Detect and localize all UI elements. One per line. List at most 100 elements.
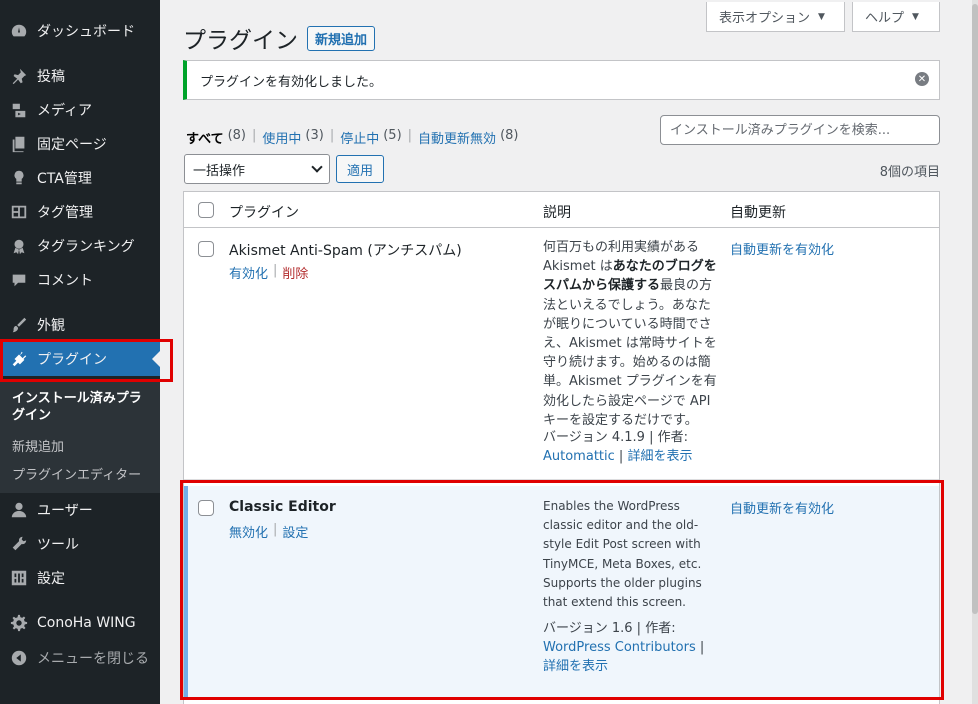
menu-item-conoha[interactable]: ConoHa WING (0, 606, 160, 640)
filter-auto-update-disabled[interactable]: 自動更新無効 (418, 128, 496, 147)
submenu-installed-plugins[interactable]: インストール済みプラグイン (12, 390, 152, 424)
menu-label: ユーザー (37, 503, 93, 519)
add-new-plugin-button[interactable]: 新規追加 (307, 26, 376, 51)
filter-label: 停止中 (340, 132, 380, 147)
caret-down-icon: ▼ (912, 11, 919, 22)
bulk-action-select[interactable]: 一括操作 (184, 154, 330, 184)
brush-icon (9, 315, 29, 335)
menu-item-collapse[interactable]: メニューを閉じる (0, 641, 160, 675)
menu-label: プラグイン (37, 352, 107, 368)
plugin-search-input[interactable] (660, 115, 940, 145)
menu-label: 外観 (37, 318, 65, 334)
filter-count: (8) (500, 128, 519, 143)
admin-sidebar: ダッシュボード 投稿 メディア 固定ページ CTA管理 タグ管理 タグランキング… (0, 0, 160, 704)
menu-label: 設定 (37, 571, 65, 587)
details-link[interactable]: 詳細を表示 (627, 449, 692, 464)
page-title: プラグイン (183, 28, 298, 54)
filter-active[interactable]: 使用中 (262, 128, 301, 147)
main-content: 表示オプション ▼ ヘルプ ▼ プラグイン 新規追加 プラグインを有効化しました… (160, 0, 978, 704)
plugin-description: Enables the WordPress classic editor and… (543, 499, 702, 610)
media-icon (9, 100, 29, 120)
filter-inactive[interactable]: 停止中 (340, 128, 379, 147)
enable-auto-update-link[interactable]: 自動更新を有効化 (730, 239, 834, 258)
menu-item-tag-ranking[interactable]: タグランキング (0, 229, 160, 263)
menu-item-cta[interactable]: CTA管理 (0, 161, 160, 195)
menu-item-settings[interactable]: 設定 (0, 561, 160, 595)
menu-item-users[interactable]: ユーザー (0, 493, 160, 527)
menu-item-comments[interactable]: コメント (0, 263, 160, 297)
version-text: バージョン 1.6 | 作者: (543, 621, 676, 636)
settings-icon (9, 568, 29, 588)
action-separator: | (273, 522, 278, 537)
action-separator: | (273, 263, 278, 278)
author-link[interactable]: WordPress Contributors (543, 640, 696, 655)
plugin-name: Classic Editor (229, 499, 336, 515)
collapse-icon (9, 648, 29, 668)
plugin-icon (9, 349, 29, 369)
submenu-add-new[interactable]: 新規追加 (12, 436, 64, 455)
item-count: 8個の項目 (879, 165, 940, 180)
deactivate-link[interactable]: 無効化 (229, 522, 268, 541)
description-text: 最良の方法といえるでしょう。あなたが眠りについている時間でさえ、Akismet … (543, 278, 717, 428)
success-notice: プラグインを有効化しました。 ✕ (183, 60, 940, 100)
bulk-action-value: 一括操作 (193, 163, 246, 179)
scrollbar-thumb[interactable] (972, 4, 978, 614)
plugins-table: プラグイン 説明 自動更新 Akismet Anti-Spam (アンチスパム)… (183, 191, 940, 704)
menu-item-dashboard[interactable]: ダッシュボード (0, 14, 160, 48)
menu-label: タグランキング (37, 239, 135, 255)
user-icon (9, 500, 29, 520)
version-text: バージョン 4.1.9 | 作者: (543, 430, 688, 445)
screen-options-button[interactable]: 表示オプション ▼ (706, 2, 845, 32)
pin-icon (9, 66, 29, 86)
menu-label: タグ管理 (37, 205, 93, 221)
plugin-name: Akismet Anti-Spam (アンチスパム) (229, 243, 462, 259)
menu-item-appearance[interactable]: 外観 (0, 308, 160, 342)
row-checkbox[interactable] (198, 241, 214, 257)
page-scrollbar[interactable] (972, 0, 978, 704)
menu-label: メディア (37, 103, 93, 119)
menu-label: ダッシュボード (37, 24, 135, 40)
settings-link[interactable]: 設定 (282, 522, 308, 541)
activate-link[interactable]: 有効化 (229, 263, 268, 282)
menu-item-media[interactable]: メディア (0, 93, 160, 127)
filter-count: (8) (227, 128, 246, 143)
filter-all[interactable]: すべて (186, 128, 224, 147)
plugin-description: 何百万もの利用実績がある Akismet はあなたのブログをスパムから保護する最… (543, 238, 719, 430)
dismiss-icon[interactable]: ✕ (915, 72, 929, 86)
dashboard-icon (9, 21, 29, 41)
select-all-checkbox[interactable] (198, 202, 214, 218)
menu-label: メニューを閉じる (37, 651, 149, 667)
chevron-down-icon (311, 161, 323, 173)
plugins-submenu: インストール済みプラグイン 新規追加 プラグインエディター (0, 381, 160, 493)
award-icon (9, 236, 29, 256)
help-button[interactable]: ヘルプ ▼ (852, 2, 940, 32)
menu-item-tools[interactable]: ツール (0, 527, 160, 561)
submenu-plugin-editor[interactable]: プラグインエディター (12, 464, 141, 483)
delete-link[interactable]: 削除 (282, 263, 308, 282)
filter-separator: | (407, 128, 413, 143)
menu-item-pages[interactable]: 固定ページ (0, 127, 160, 161)
page-icon (9, 134, 29, 154)
menu-item-tags[interactable]: タグ管理 (0, 195, 160, 229)
filter-label: 使用中 (262, 132, 302, 147)
menu-label: CTA管理 (37, 171, 92, 187)
author-link[interactable]: Automattic (543, 449, 615, 464)
filter-count: (5) (383, 128, 402, 143)
row-checkbox[interactable] (198, 500, 214, 516)
filter-separator: | (252, 128, 257, 143)
layout-icon (9, 202, 29, 222)
filter-separator: | (329, 128, 335, 143)
table-row: Akismet Anti-Spam (アンチスパム) 有効化 | 削除 何百万も… (184, 229, 939, 479)
menu-item-posts[interactable]: 投稿 (0, 59, 160, 93)
menu-item-plugins[interactable]: プラグイン (0, 342, 160, 376)
apply-button[interactable]: 適用 (336, 155, 385, 183)
row-divider (184, 479, 939, 480)
details-link[interactable]: 詳細を表示 (543, 659, 608, 674)
column-header-description: 説明 (543, 205, 571, 221)
plugin-version-info: バージョン 1.6 | 作者: WordPress Contributors |… (543, 621, 705, 675)
enable-auto-update-link[interactable]: 自動更新を有効化 (730, 498, 834, 517)
caret-down-icon: ▼ (818, 11, 825, 22)
column-header-auto-update: 自動更新 (730, 205, 786, 221)
menu-label: ツール (37, 537, 79, 553)
notice-message: プラグインを有効化しました。 (200, 74, 383, 90)
